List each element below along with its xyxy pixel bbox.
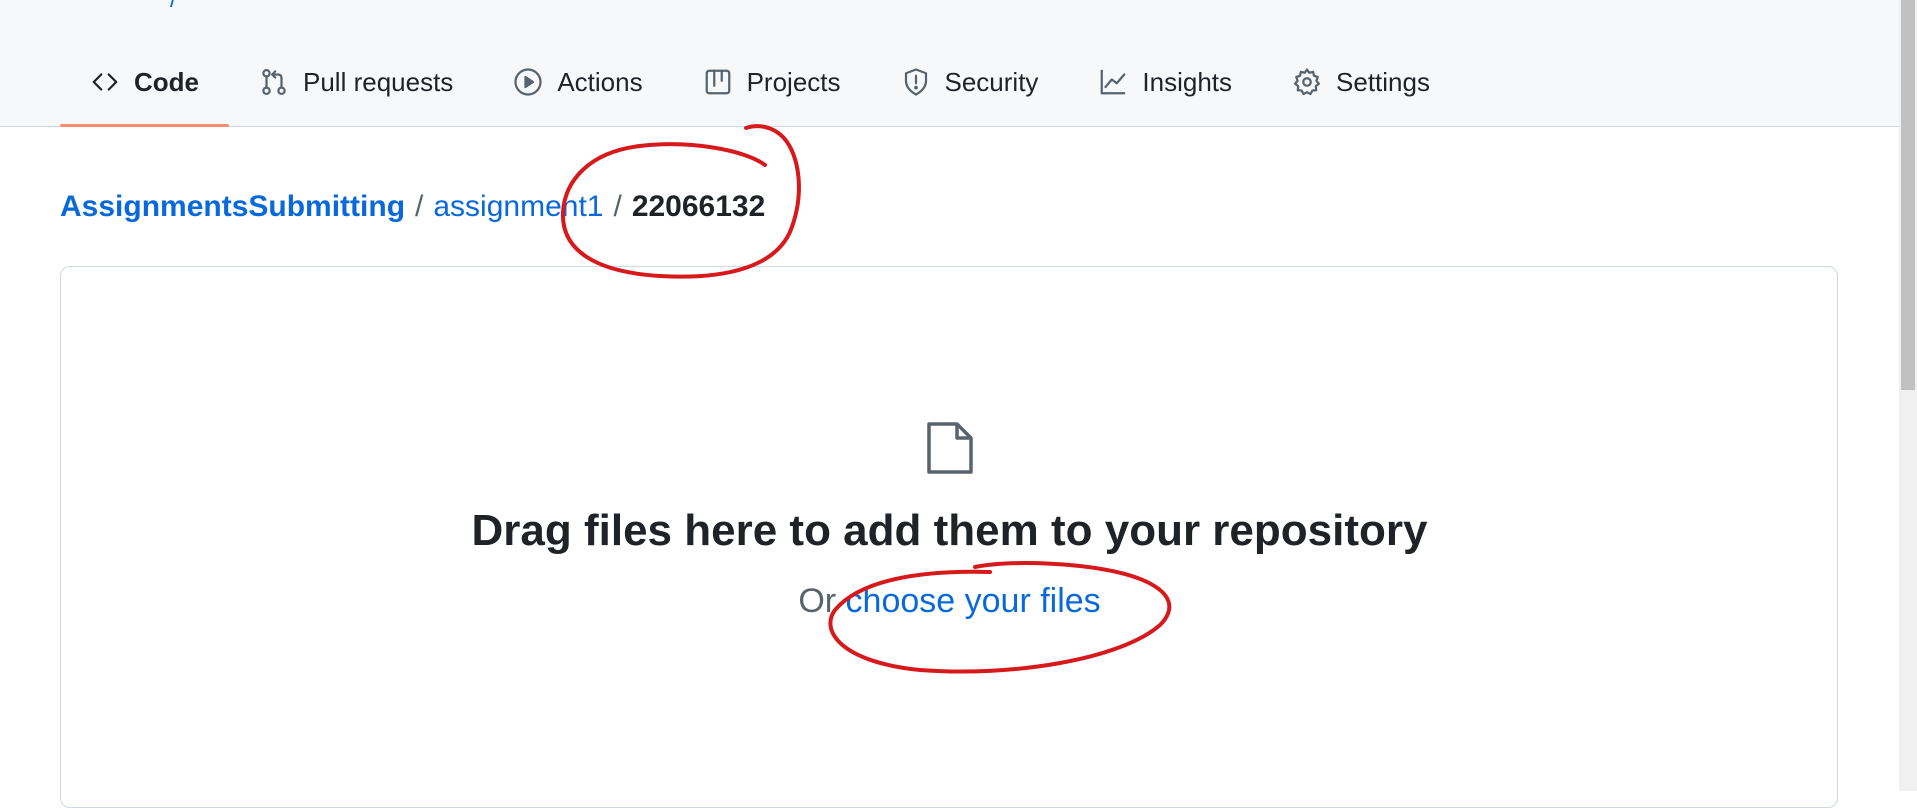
tab-actions[interactable]: Actions (483, 56, 672, 108)
breadcrumb-separator: / (415, 190, 424, 223)
breadcrumb-repo-link[interactable]: assignment1 (433, 190, 603, 224)
graph-icon (1101, 69, 1126, 95)
tab-label: Code (134, 66, 199, 97)
tab-insights[interactable]: Insights (1068, 56, 1262, 108)
repo-tabs: Code Pull requests Actions Projects Secu… (60, 56, 1460, 127)
breadcrumb-owner-link[interactable]: AssignmentsSubmitting (60, 190, 405, 224)
dropzone-subtitle: Or choose your files (0, 582, 1899, 621)
tab-security[interactable]: Security (871, 56, 1069, 108)
repo-header: / Code Pull requests Actions Projects Se… (0, 0, 1899, 127)
tab-label: Insights (1142, 66, 1233, 97)
tab-label: Pull requests (303, 66, 454, 97)
breadcrumb-current-folder: 22066132 (631, 190, 766, 223)
table-icon (705, 69, 730, 95)
file-icon (927, 422, 973, 474)
tab-projects[interactable]: Projects (673, 56, 871, 108)
dropzone-or-text: Or (798, 582, 837, 620)
tab-label: Actions (557, 66, 643, 97)
choose-files-link[interactable]: choose your files (846, 582, 1101, 620)
code-icon (92, 73, 118, 91)
scrollbar[interactable] (1899, 0, 1917, 791)
dropzone-title: Drag files here to add them to your repo… (471, 506, 1428, 555)
play-icon (514, 68, 542, 96)
scrollbar-thumb[interactable] (1901, 0, 1915, 390)
tab-label: Projects (746, 66, 841, 97)
breadcrumb: AssignmentsSubmitting / assignment1 / 22… (60, 190, 765, 224)
pull-request-icon (262, 69, 286, 95)
tab-label: Settings (1336, 66, 1430, 97)
shield-icon (904, 68, 927, 96)
cutoff-header-text: / (170, 0, 177, 14)
tab-code[interactable]: Code (60, 56, 229, 127)
breadcrumb-separator: / (613, 190, 622, 223)
tab-label: Security (944, 66, 1039, 97)
tab-pull-requests[interactable]: Pull requests (229, 56, 483, 108)
tab-settings[interactable]: Settings (1262, 56, 1460, 108)
gear-icon (1294, 68, 1321, 96)
